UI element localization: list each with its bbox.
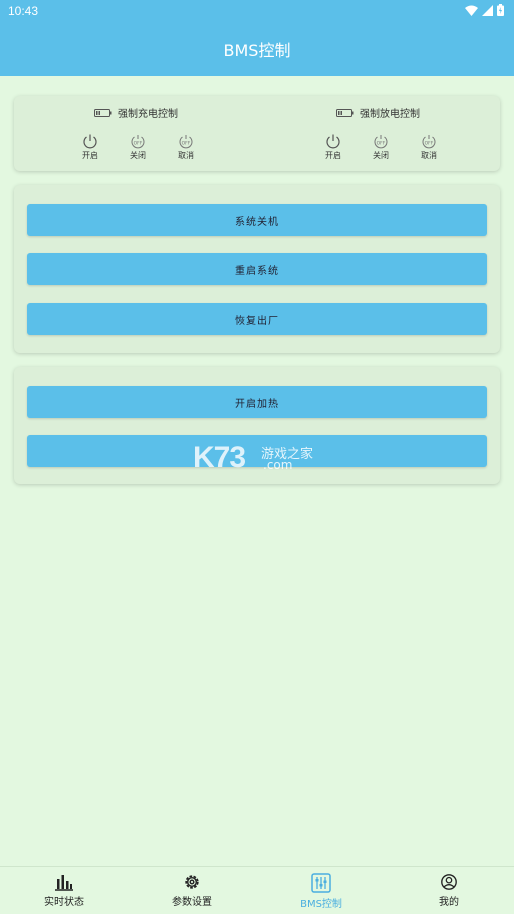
discharge-control-title: 强制放电控制 [336, 105, 420, 120]
discharge-on-button[interactable]: 开启 [320, 133, 346, 161]
status-bar: 10:43 [0, 0, 514, 22]
tab-label: 我的 [439, 897, 459, 908]
page-title: BMS控制 [223, 41, 291, 60]
discharge-on-label: 开启 [325, 151, 341, 160]
app-header: 10:43 BMS控制 [0, 0, 514, 76]
charge-buttons: 开启 OFF 关闭 OFF 取消 [77, 133, 199, 161]
bar-chart-icon [55, 875, 73, 891]
factory-reset-button[interactable]: 恢复出厂 [27, 303, 487, 335]
charge-on-label: 开启 [82, 151, 98, 160]
discharge-buttons: 开启 OFF 关闭 OFF 取消 [320, 133, 442, 161]
heating-on-button[interactable]: 开启加热 [27, 386, 487, 418]
power-off-icon: OFF [374, 135, 388, 149]
tab-parameter-settings[interactable]: 参数设置 [152, 873, 232, 908]
charge-control-label: 强制充电控制 [118, 109, 178, 120]
bottom-tab-bar: 实时状态 参数设置 BMS控制 我的 [0, 866, 514, 914]
power-off-icon: OFF [179, 135, 193, 149]
battery-icon [94, 108, 112, 117]
status-icons [465, 4, 504, 16]
svg-text:OFF: OFF [182, 141, 191, 147]
sliders-icon [311, 873, 331, 893]
svg-text:OFF: OFF [134, 141, 143, 147]
tab-label: BMS控制 [300, 899, 342, 910]
svg-text:OFF: OFF [425, 141, 434, 147]
signal-icon [482, 4, 493, 16]
power-icon [83, 134, 97, 149]
charge-off-label: 关闭 [130, 151, 146, 160]
user-icon [441, 874, 457, 890]
charge-on-button[interactable]: 开启 [77, 133, 103, 161]
charge-control-title: 强制充电控制 [94, 105, 178, 120]
discharge-control-group: 强制放电控制 开启 OFF 关闭 OFF 取消 [257, 96, 500, 171]
heating-off-button[interactable] [27, 435, 487, 467]
discharge-cancel-button[interactable]: OFF 取消 [416, 133, 442, 161]
charge-control-group: 强制充电控制 开启 OFF 关闭 OFF 取消 [14, 96, 257, 171]
tab-mine[interactable]: 我的 [409, 873, 489, 908]
discharge-control-label: 强制放电控制 [360, 109, 420, 120]
restart-button[interactable]: 重启系统 [27, 253, 487, 285]
force-control-card: 强制充电控制 开启 OFF 关闭 OFF 取消 强制放电控制 开启 OFF 关闭… [14, 96, 500, 171]
charge-cancel-label: 取消 [178, 151, 194, 160]
tab-label: 参数设置 [172, 897, 212, 908]
battery-icon [336, 108, 354, 117]
gear-icon [185, 875, 199, 889]
charge-off-button[interactable]: OFF 关闭 [125, 133, 151, 161]
wifi-icon [465, 5, 478, 16]
charge-cancel-button[interactable]: OFF 取消 [173, 133, 199, 161]
power-off-icon: OFF [131, 135, 145, 149]
discharge-off-button[interactable]: OFF 关闭 [368, 133, 394, 161]
power-icon [326, 134, 340, 149]
discharge-cancel-label: 取消 [421, 151, 437, 160]
tab-bms-control[interactable]: BMS控制 [281, 873, 361, 910]
system-actions-card: 系统关机 重启系统 恢复出厂 [14, 185, 500, 353]
tab-realtime-status[interactable]: 实时状态 [24, 873, 104, 908]
power-off-icon: OFF [422, 135, 436, 149]
tab-label: 实时状态 [44, 897, 84, 908]
shutdown-button[interactable]: 系统关机 [27, 204, 487, 236]
svg-text:OFF: OFF [377, 141, 386, 147]
status-time: 10:43 [8, 4, 39, 18]
battery-icon [497, 4, 504, 16]
heating-card: 开启加热 [14, 367, 500, 484]
discharge-off-label: 关闭 [373, 151, 389, 160]
